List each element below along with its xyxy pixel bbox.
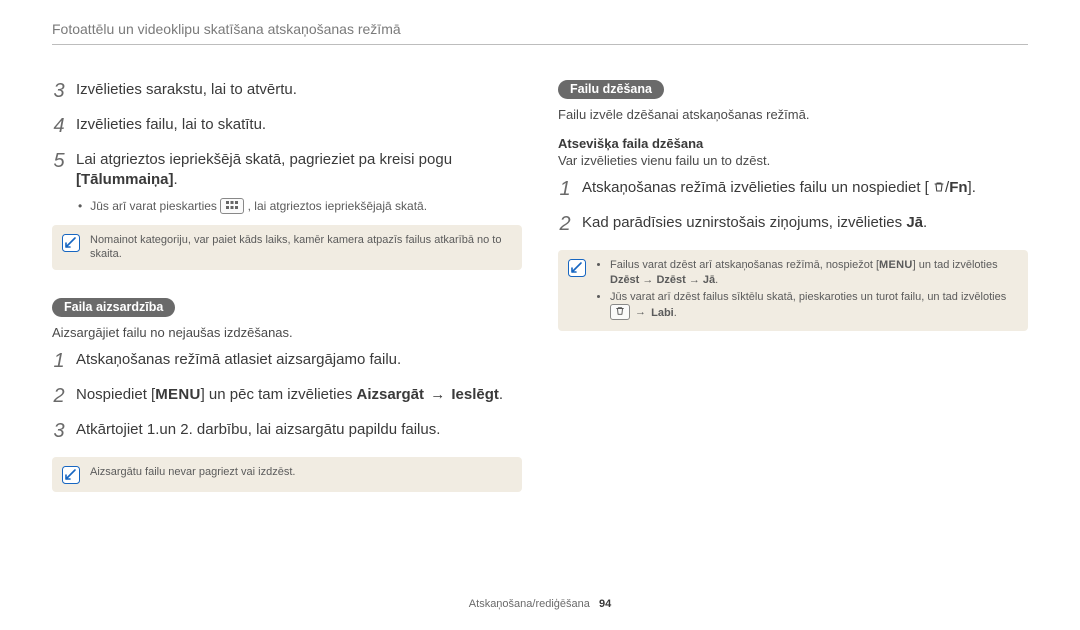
section-tag-delete: Failu dzēšana <box>558 80 664 99</box>
step-text: Kad parādīsies uznirstošais ziņojums, iz… <box>582 213 1028 233</box>
t: . <box>674 306 677 318</box>
section-intro: Failu izvēle dzēšanai atskaņošanas režīm… <box>558 107 1028 122</box>
step-b2: 2 Nospiediet [MENU] un pēc tam izvēlieti… <box>52 385 522 412</box>
arrow-icon: → <box>630 306 651 318</box>
note-item: Failus varat dzēst arī atskaņošanas režī… <box>610 258 1016 288</box>
t: Nospiediet [ <box>76 386 155 403</box>
step-text: Nospiediet [MENU] un pēc tam izvēlieties… <box>76 385 522 405</box>
bullet-text: Jūs arī varat pieskarties , lai atgriezt… <box>90 199 427 215</box>
note-list: Failus varat dzēst arī atskaņošanas režī… <box>596 258 1016 323</box>
t: . <box>499 386 503 403</box>
step-bracket: [Tālummaiņa] <box>76 171 174 188</box>
menu-key-icon: MENU <box>879 259 913 271</box>
sub-bullet: • Jūs arī varat pieskarties , lai atgrie… <box>78 199 522 215</box>
bullet-post: , lai atgrieztos iepriekšējajā skatā. <box>248 199 427 213</box>
t: . <box>923 214 927 231</box>
step-r1: 1 Atskaņošanas režīmā izvēlieties failu … <box>558 178 1028 205</box>
step-number: 2 <box>558 211 572 238</box>
bold: Labi <box>651 306 674 318</box>
section-tag-protection: Faila aizsardzība <box>52 298 175 317</box>
step-5: 5 Lai atgrieztos iepriekšējā skatā, pagr… <box>52 150 522 191</box>
note-box: Aizsargātu failu nevar pagriezt vai izdz… <box>52 457 522 492</box>
page-number: 94 <box>599 598 611 610</box>
fn-key: Fn <box>949 179 967 196</box>
step-b1: 1 Atskaņošanas režīmā atlasiet aizsargāj… <box>52 350 522 377</box>
trash-key-icon <box>610 304 630 320</box>
step-text: Atkārtojiet 1.un 2. darbību, lai aizsarg… <box>76 420 522 440</box>
bullet-dot: • <box>78 199 82 215</box>
step-r2: 2 Kad parādīsies uznirstošais ziņojums, … <box>558 213 1028 240</box>
bullet-pre: Jūs arī varat pieskarties <box>90 199 220 213</box>
section-intro: Aizsargājiet failu no nejaušas izdzēšana… <box>52 325 522 340</box>
note-text: Nomainot kategoriju, var paiet kāds laik… <box>90 233 510 263</box>
step-b3: 3 Atkārtojiet 1.un 2. darbību, lai aizsa… <box>52 420 522 447</box>
right-column: Failu dzēšana Failu izvēle dzēšanai atsk… <box>558 80 1028 506</box>
t: . <box>715 274 718 286</box>
sub-intro: Var izvēlieties vienu failu un to dzēst. <box>558 153 1028 168</box>
step-text: Atskaņošanas režīmā izvēlieties failu un… <box>582 178 1028 198</box>
step-text: Atskaņošanas režīmā atlasiet aizsargājam… <box>76 350 522 370</box>
step-number: 1 <box>52 348 66 375</box>
step-number: 4 <box>52 113 66 140</box>
bold: Ieslēgt <box>451 386 499 403</box>
left-column: 3 Izvēlieties sarakstu, lai to atvērtu. … <box>52 80 522 506</box>
sub-heading: Atsevišķa faila dzēšana <box>558 136 1028 151</box>
note-item: Jūs varat arī dzēst failus sīktēlu skatā… <box>610 290 1016 321</box>
note-icon <box>62 466 80 484</box>
note-text: Aizsargātu failu nevar pagriezt vai izdz… <box>90 465 295 480</box>
t: ] un pēc tam izvēlieties <box>201 386 357 403</box>
step-number: 1 <box>558 176 572 203</box>
page-header: Fotoattēlu un videoklipu skatīšana atska… <box>52 21 401 37</box>
page-footer: Atskaņošana/rediģēšana 94 <box>0 598 1080 610</box>
t: ]. <box>968 179 976 196</box>
bold-chain: Dzēst → Dzēst → Jā <box>610 274 715 286</box>
step-number: 3 <box>52 78 66 105</box>
step-text: Izvēlieties sarakstu, lai to atvērtu. <box>76 80 522 100</box>
note-icon <box>568 259 586 277</box>
t: Kad parādīsies uznirstošais ziņojums, iz… <box>582 214 906 231</box>
step-3: 3 Izvēlieties sarakstu, lai to atvērtu. <box>52 80 522 107</box>
step-number: 2 <box>52 383 66 410</box>
note-box: Nomainot kategoriju, var paiet kāds laik… <box>52 225 522 271</box>
t: Failus varat dzēst arī atskaņošanas režī… <box>610 259 879 271</box>
step-text: Izvēlieties failu, lai to skatītu. <box>76 115 522 135</box>
bold: Aizsargāt <box>357 386 425 403</box>
footer-section: Atskaņošana/rediģēšana <box>469 598 590 610</box>
note-icon <box>62 234 80 252</box>
step-text: Lai atgrieztos iepriekšējā skatā, pagrie… <box>76 150 522 191</box>
t: ] un tad izvēloties <box>913 259 998 271</box>
step-number: 3 <box>52 418 66 445</box>
grid-key-icon <box>220 198 244 214</box>
bold: Jā <box>906 214 923 231</box>
trash-key-icon <box>929 179 945 196</box>
step-text-a: Lai atgrieztos iepriekšējā skatā, pagrie… <box>76 151 452 168</box>
step-number: 5 <box>52 148 66 175</box>
t: Atskaņošanas režīmā izvēlieties failu un… <box>582 179 929 196</box>
t: Jūs varat arī dzēst failus sīktēlu skatā… <box>610 291 1006 303</box>
step-text-b: . <box>174 171 178 188</box>
note-box: Failus varat dzēst arī atskaņošanas režī… <box>558 250 1028 331</box>
arrow-icon: → <box>424 386 451 403</box>
header-rule <box>52 44 1028 45</box>
step-4: 4 Izvēlieties failu, lai to skatītu. <box>52 115 522 142</box>
menu-key-icon: MENU <box>155 386 200 403</box>
